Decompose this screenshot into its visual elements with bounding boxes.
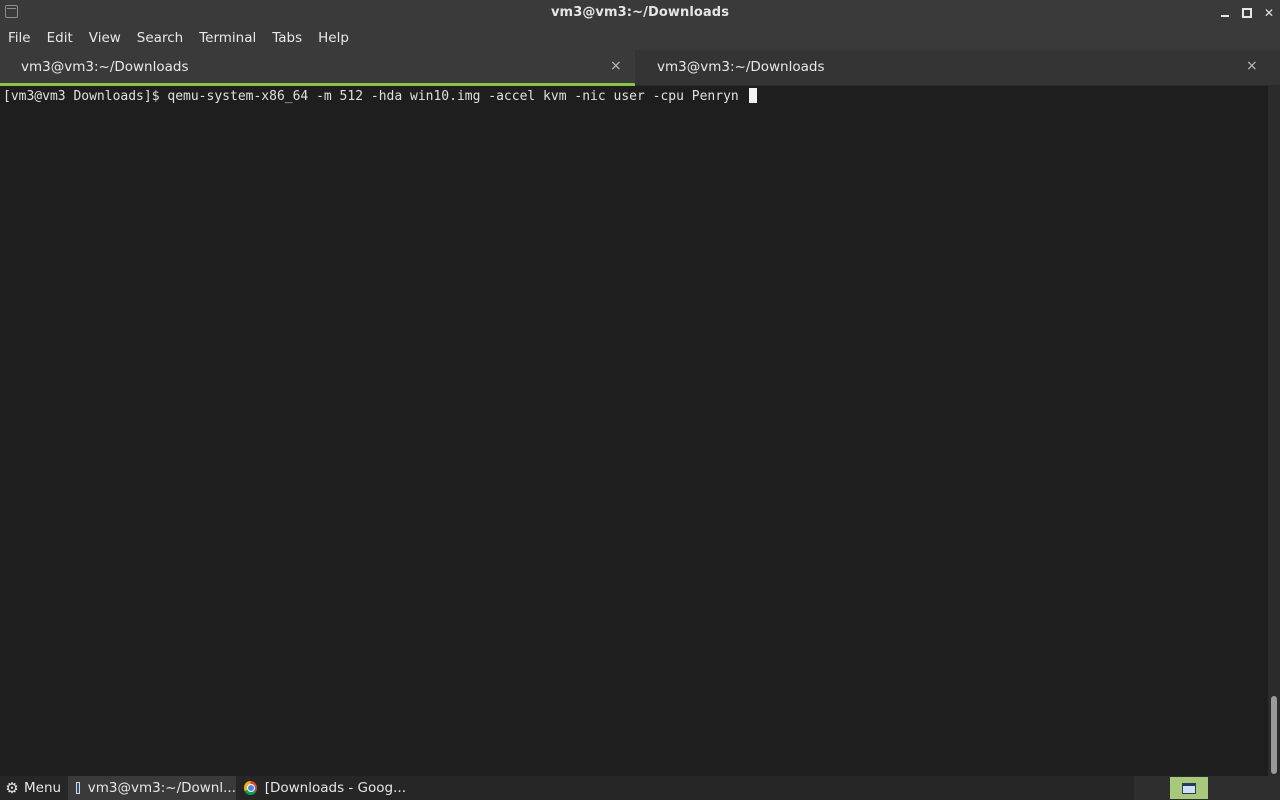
terminal-scrollbar[interactable] [1268,86,1280,776]
menu-terminal[interactable]: Terminal [191,27,264,49]
tab-close-icon[interactable]: × [610,58,622,74]
terminal-output[interactable]: [vm3@vm3 Downloads]$ qemu-system-x86_64 … [0,86,1268,776]
tab-label: vm3@vm3:~/Downloads [21,59,189,75]
minimize-icon [1221,15,1229,17]
tab-2[interactable]: vm3@vm3:~/Downloads × [636,50,1280,86]
menu-view[interactable]: View [81,27,129,49]
tab-close-icon[interactable]: × [1246,58,1258,74]
show-desktop-button[interactable] [1170,777,1208,799]
maximize-icon [1242,8,1252,18]
menu-logo-icon: ⚙ [5,779,19,797]
start-menu-label: Menu [24,780,62,796]
menu-search[interactable]: Search [129,27,191,49]
close-icon: ✕ [1263,6,1275,20]
taskbar: ⚙ Menu vm3@vm3:~/Downl... [Downloads - G… [0,776,1280,800]
maximize-button[interactable] [1236,0,1258,26]
shell-prompt: [vm3@vm3 Downloads]$ [3,89,168,104]
close-button[interactable]: ✕ [1258,0,1280,26]
command-text: qemu-system-x86_64 -m 512 -hda win10.img… [167,89,747,104]
system-tray [1134,776,1280,800]
window-titlebar[interactable]: vm3@vm3:~/Downloads ✕ [0,0,1280,26]
terminal-line: [vm3@vm3 Downloads]$ qemu-system-x86_64 … [3,88,757,104]
window-title: vm3@vm3:~/Downloads [550,5,730,20]
window-controls: ✕ [1214,0,1280,26]
menu-edit[interactable]: Edit [39,27,81,49]
taskbar-item-label: [Downloads - Goog... [264,780,406,796]
start-menu-button[interactable]: ⚙ Menu [0,776,66,800]
tab-1[interactable]: vm3@vm3:~/Downloads × [0,50,635,86]
menu-file[interactable]: File [0,27,39,49]
taskbar-item-terminal[interactable]: vm3@vm3:~/Downl... [68,776,236,800]
tab-label: vm3@vm3:~/Downloads [657,59,825,75]
terminal-icon [76,782,80,794]
menu-bar: File Edit View Search Terminal Tabs Help [0,26,1280,50]
chrome-icon [244,781,257,795]
taskbar-item-browser[interactable]: [Downloads - Goog... [236,776,406,800]
scrollbar-thumb[interactable] [1271,696,1277,774]
desktop-icon [1182,782,1196,794]
taskbar-item-label: vm3@vm3:~/Downl... [87,780,236,796]
desktop: vm3@vm3:~/Downloads ✕ File Edit View Sea… [0,0,1280,800]
menu-help[interactable]: Help [310,27,357,49]
minimize-button[interactable] [1214,0,1236,26]
text-cursor [748,88,757,103]
menu-tabs[interactable]: Tabs [264,27,310,49]
tab-bar: vm3@vm3:~/Downloads × vm3@vm3:~/Download… [0,50,1280,86]
